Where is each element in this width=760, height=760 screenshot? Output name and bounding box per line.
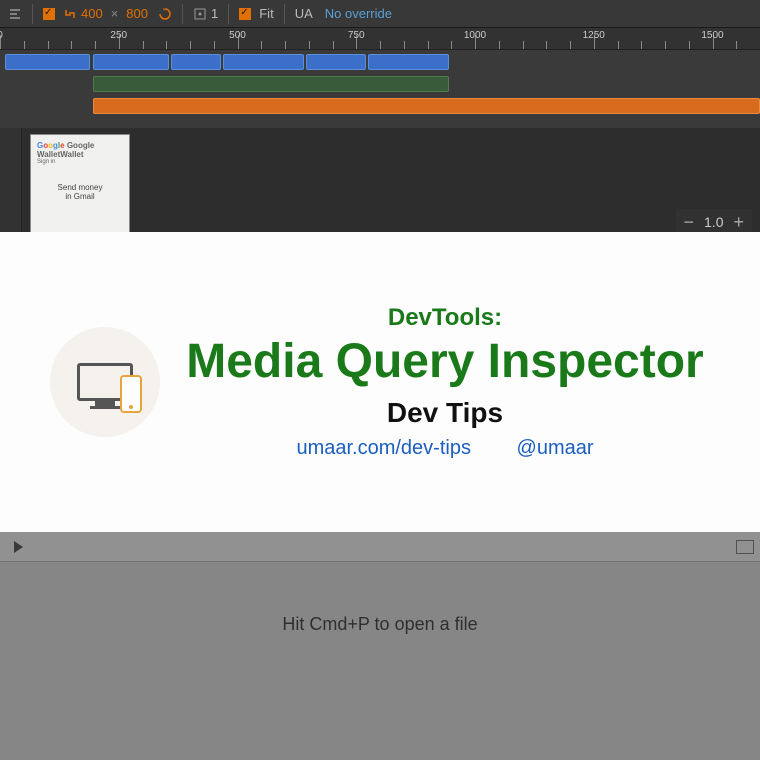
devices-icon xyxy=(50,327,160,437)
media-query-bars[interactable] xyxy=(0,50,760,128)
media-query-bar[interactable] xyxy=(5,54,91,70)
fit-label: Fit xyxy=(259,6,273,21)
card-subhead: Dev Tips xyxy=(160,397,730,429)
play-icon xyxy=(14,541,23,553)
body-line: in Gmail xyxy=(37,192,123,201)
drawer-icon[interactable] xyxy=(8,7,22,21)
phone-icon xyxy=(120,375,142,413)
media-query-bar[interactable] xyxy=(368,54,449,70)
card-headline: Media Query Inspector xyxy=(160,336,730,389)
panel-tab-bar xyxy=(0,532,760,562)
dpr-icon xyxy=(193,7,207,21)
vertical-ruler xyxy=(0,128,22,243)
viewport-frame[interactable]: Google Google WalletWallet Sign in Send … xyxy=(30,134,130,238)
media-query-bar[interactable] xyxy=(223,54,304,70)
media-query-ruler: 0 250 500 750 1000 1250 1500 xyxy=(0,28,760,128)
rotate-icon[interactable] xyxy=(63,7,77,21)
zoom-out-button[interactable]: − xyxy=(684,213,695,231)
zoom-in-button[interactable]: + xyxy=(733,213,744,231)
link-twitter[interactable]: @umaar xyxy=(517,437,594,459)
separator xyxy=(182,4,183,24)
media-query-bar[interactable] xyxy=(93,76,449,92)
page-logo: Google Google WalletWallet xyxy=(37,141,123,159)
horizontal-ruler: 0 250 500 750 1000 1250 1500 xyxy=(0,28,760,50)
card-links: umaar.com/dev-tips @umaar xyxy=(160,437,730,460)
width-input[interactable]: 400 xyxy=(81,6,103,21)
zoom-value: 1.0 xyxy=(704,214,723,230)
device-mode-checkbox[interactable] xyxy=(43,8,55,20)
empty-hint: Hit Cmd+P to open a file xyxy=(0,614,760,635)
card-text: DevTools: Media Query Inspector Dev Tips… xyxy=(160,304,730,460)
ruler-label: 1500 xyxy=(701,30,723,41)
media-query-bar[interactable] xyxy=(93,54,169,70)
play-button[interactable] xyxy=(6,535,30,559)
dim-separator: × xyxy=(111,6,119,21)
swap-icon[interactable] xyxy=(158,7,172,21)
link-website[interactable]: umaar.com/dev-tips xyxy=(296,437,471,459)
ruler-label: 0 xyxy=(0,30,3,41)
ruler-label: 250 xyxy=(110,30,127,41)
dpr-value[interactable]: 1 xyxy=(211,6,218,21)
separator xyxy=(284,4,285,24)
ruler-label: 750 xyxy=(348,30,365,41)
card-eyebrow: DevTools: xyxy=(160,304,730,332)
title-card: DevTools: Media Query Inspector Dev Tips… xyxy=(0,232,760,532)
media-query-bar[interactable] xyxy=(93,98,760,114)
ruler-label: 1000 xyxy=(464,30,486,41)
separator xyxy=(228,4,229,24)
body-line: Send money xyxy=(37,183,123,192)
sources-panel: Hit Cmd+P to open a file xyxy=(0,532,760,760)
media-query-bar[interactable] xyxy=(171,54,221,70)
page-subtext: Sign in xyxy=(37,159,123,165)
device-toolbar: 400 × 800 1 Fit UA No override xyxy=(0,0,760,28)
ruler-label: 1250 xyxy=(583,30,605,41)
ruler-label: 500 xyxy=(229,30,246,41)
panel-layout-button[interactable] xyxy=(736,540,754,554)
device-preview: Google Google WalletWallet Sign in Send … xyxy=(0,128,760,243)
separator xyxy=(32,4,33,24)
ua-label: UA xyxy=(295,6,313,21)
ua-dropdown[interactable]: No override xyxy=(325,6,392,21)
media-query-bar[interactable] xyxy=(306,54,365,70)
fit-checkbox[interactable] xyxy=(239,8,251,20)
height-input[interactable]: 800 xyxy=(126,6,148,21)
page-body: Send money in Gmail xyxy=(37,183,123,201)
